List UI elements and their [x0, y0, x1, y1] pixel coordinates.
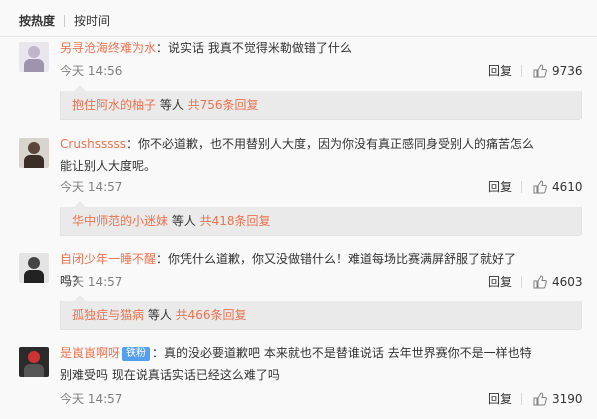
like-divider — [521, 393, 522, 405]
like-count: 9736 — [552, 64, 583, 78]
avatar[interactable] — [19, 138, 49, 168]
like-divider — [521, 181, 522, 193]
sub-reply-middle: 等人 — [168, 214, 200, 228]
sub-reply-count[interactable]: 共466条回复 — [176, 308, 247, 322]
avatar[interactable] — [19, 42, 49, 72]
avatar[interactable] — [19, 253, 49, 283]
divider — [60, 329, 580, 330]
comment-body: 自闭少年一睡不醒：你凭什么道歉，你又没做错什么！难道每场比赛满屏舒服了就好了吗？ — [60, 248, 539, 292]
sub-replies[interactable]: 华中师范的小迷妹 等人 共418条回复 — [60, 201, 582, 235]
sub-arrow — [74, 295, 86, 301]
comment-username[interactable]: 是崀崀啊呀 — [60, 346, 120, 360]
sort-by-time[interactable]: 按时间 — [74, 14, 110, 28]
comment-text: ：说实话 我真不觉得米勒做错了什么 — [156, 41, 352, 55]
comment-username[interactable]: Crushsssss — [60, 137, 126, 151]
sub-reply-middle: 等人 — [156, 98, 188, 112]
like-count: 3190 — [552, 392, 583, 406]
sort-divider — [64, 15, 65, 27]
divider — [60, 119, 580, 120]
sub-replies[interactable]: 孤独症与猫病 等人 共466条回复 — [60, 295, 582, 329]
comment-time: 今天 14:57 — [60, 392, 123, 406]
comment-time: 今天 14:57 — [60, 180, 123, 194]
sub-reply-user[interactable]: 孤独症与猫病 — [72, 308, 144, 322]
sort-by-hot[interactable]: 按热度 — [19, 14, 55, 28]
like-count: 4603 — [552, 275, 583, 289]
reply-button[interactable]: 回复 — [488, 64, 512, 78]
like-count: 4610 — [552, 180, 583, 194]
sub-reply-user[interactable]: 抱住阿水的柚子 — [72, 98, 156, 112]
sub-replies[interactable]: 抱住阿水的柚子 等人 共756条回复 — [60, 85, 582, 119]
comment-username[interactable]: 另寻沧海终难为水 — [60, 41, 156, 55]
thumbs-up-icon[interactable] — [533, 392, 547, 406]
comment-body: 是崀崀啊呀 铁粉 ：真的没必要道歉吧 本来就也不是替谁说话 去年世界赛你不是一样也特… — [60, 342, 539, 386]
comment-time: 今天 14:56 — [60, 64, 123, 78]
divider — [60, 235, 580, 236]
like-divider — [521, 276, 522, 288]
sub-reply-count[interactable]: 共756条回复 — [188, 98, 259, 112]
sub-reply-count[interactable]: 共418条回复 — [200, 214, 271, 228]
reply-button[interactable]: 回复 — [488, 275, 512, 289]
sub-reply-user[interactable]: 华中师范的小迷妹 — [72, 214, 168, 228]
comment-text: ：你不必道歉，也不用替别人大度，因为你没有真正感同身受别人的痛苦怎么能让别人大度… — [60, 137, 535, 173]
comment-time: 今天 14:57 — [60, 275, 123, 289]
avatar[interactable] — [19, 347, 49, 377]
comment-username[interactable]: 自闭少年一睡不醒 — [60, 252, 156, 266]
comment-body: Crushsssss：你不必道歉，也不用替别人大度，因为你没有真正感同身受别人的… — [60, 133, 539, 177]
reply-button[interactable]: 回复 — [488, 392, 512, 406]
sub-arrow — [74, 85, 86, 91]
like-divider — [521, 65, 522, 77]
thumbs-up-icon[interactable] — [533, 180, 547, 194]
thumbs-up-icon[interactable] — [533, 275, 547, 289]
sort-bar: 按热度 按时间 — [0, 0, 597, 37]
comment-body: 另寻沧海终难为水：说实话 我真不觉得米勒做错了什么 — [60, 37, 539, 59]
fan-badge[interactable]: 铁粉 — [122, 347, 151, 361]
sub-reply-middle: 等人 — [144, 308, 176, 322]
thumbs-up-icon[interactable] — [533, 64, 547, 78]
sub-arrow — [74, 201, 86, 207]
reply-button[interactable]: 回复 — [488, 180, 512, 194]
